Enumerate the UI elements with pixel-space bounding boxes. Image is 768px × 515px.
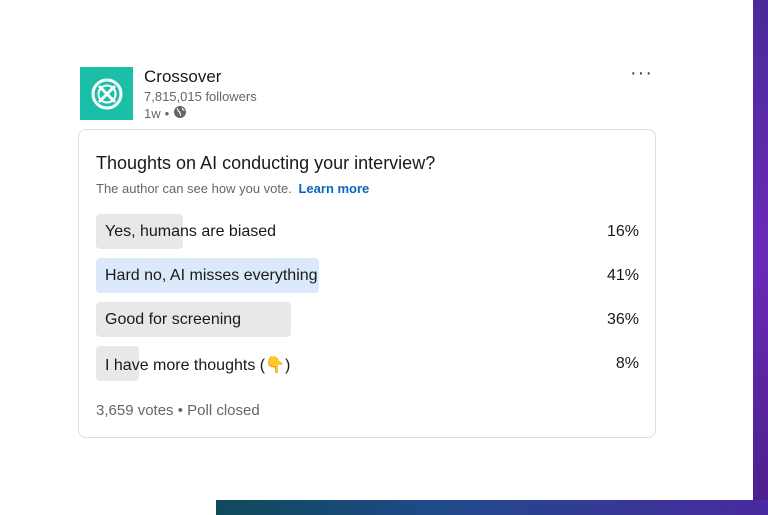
poll-option-percent: 16% (606, 223, 639, 240)
poll-option[interactable]: Yes, humans are biased 16% (96, 214, 639, 249)
poll-option[interactable]: I have more thoughts (👇) 8% (96, 346, 639, 381)
poll-option-label: Hard no, AI misses everything (105, 267, 318, 284)
vote-count: 3,659 votes (96, 402, 174, 419)
background-frame-bottom (216, 500, 768, 515)
poll-option[interactable]: Good for screening 36% (96, 302, 639, 337)
footer-separator: • (177, 402, 183, 419)
crossover-logo-icon[interactable] (80, 67, 133, 120)
company-name[interactable]: Crossover (144, 67, 221, 87)
poll-status: Poll closed (187, 402, 260, 419)
post-meta: 1w • (144, 105, 187, 122)
globe-icon (173, 105, 187, 122)
poll-option-label: Good for screening (105, 311, 242, 328)
post-time: 1w (144, 106, 161, 121)
meta-separator: • (164, 106, 170, 121)
follower-count: 7,815,015 followers (144, 89, 257, 104)
learn-more-link[interactable]: Learn more (298, 181, 369, 196)
poll-option-percent: 36% (606, 311, 639, 328)
poll-option-percent: 8% (615, 355, 639, 372)
poll-footer: 3,659 votes • Poll closed (96, 402, 260, 419)
poll-option[interactable]: Hard no, AI misses everything 41% (96, 258, 639, 293)
poll-question: Thoughts on AI conducting your interview… (96, 153, 436, 173)
poll-card: Thoughts on AI conducting your interview… (78, 129, 656, 438)
poll-note-text: The author can see how you vote. (96, 181, 292, 196)
background-frame-right (753, 0, 768, 515)
post-panel: Crossover 7,815,015 followers 1w • ··· T… (0, 0, 753, 500)
poll-option-label: I have more thoughts (👇) (105, 357, 291, 374)
poll-option-label: Yes, humans are biased (105, 223, 277, 240)
crossover-logo-icon-graphic (91, 78, 122, 109)
poll-visibility-note: The author can see how you vote. Learn m… (96, 181, 369, 196)
more-options-icon[interactable]: ··· (630, 62, 653, 85)
poll-option-percent: 41% (606, 267, 639, 284)
